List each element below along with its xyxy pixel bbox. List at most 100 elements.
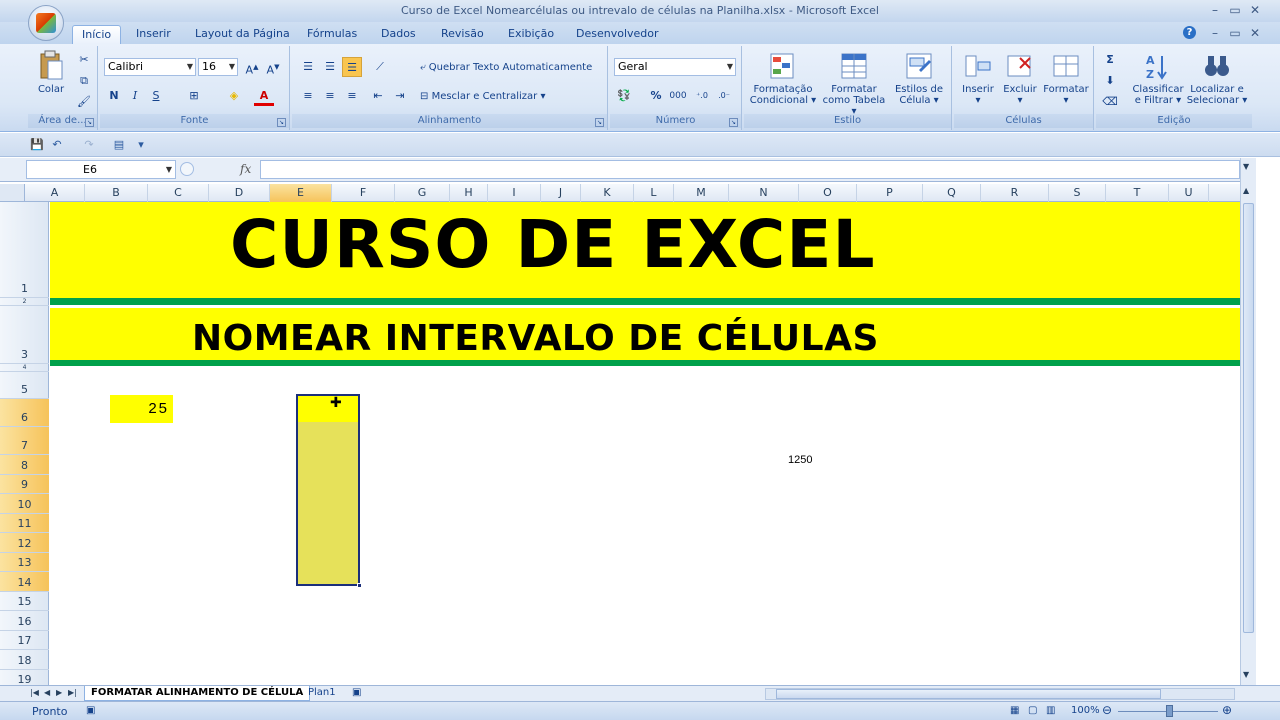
vertical-scrollbar[interactable]: ▼ ▲ ▼ [1240, 158, 1256, 685]
font-launcher-icon[interactable]: ↘ [277, 118, 286, 127]
conditional-format-button[interactable]: Formatação Condicional ▾ [748, 52, 818, 106]
insert-sheet-icon[interactable]: ▣ [346, 686, 367, 701]
increase-decimal-icon[interactable]: ⁺.0 [692, 86, 712, 106]
tab-dados[interactable]: Dados [372, 25, 425, 44]
row-header-8[interactable]: 8 [0, 455, 49, 475]
page-layout-view-icon[interactable]: ▢ [1028, 705, 1037, 716]
tab-inserir[interactable]: Inserir [127, 25, 180, 44]
maximize-button[interactable]: ▭ [1226, 2, 1244, 18]
number-launcher-icon[interactable]: ↘ [729, 118, 738, 127]
sheet-tab-formatar[interactable]: FORMATAR ALINHAMENTO DE CÉLULA [84, 686, 311, 701]
column-header-n[interactable]: N [729, 184, 799, 202]
expand-formula-icon[interactable]: ▼ [1243, 162, 1249, 171]
sort-filter-button[interactable]: AZ Classificar e Filtrar ▾ [1130, 52, 1186, 106]
tab-formulas[interactable]: Fórmulas [298, 25, 366, 44]
align-top-icon[interactable]: ☰ [298, 57, 318, 77]
row-header-17[interactable]: 17 [0, 631, 49, 650]
row-header-18[interactable]: 18 [0, 650, 49, 670]
row-header-6[interactable]: 6 [0, 399, 49, 427]
decrease-indent-icon[interactable]: ⇤ [368, 86, 388, 106]
active-cell[interactable] [298, 396, 358, 422]
zoom-out-icon[interactable]: ⊖ [1102, 703, 1112, 717]
format-cells-button[interactable]: Formatar ▾ [1042, 52, 1090, 106]
column-header-g[interactable]: G [395, 184, 450, 202]
doc-minimize-button[interactable]: – [1206, 25, 1224, 41]
row-header-7[interactable]: 7 [0, 427, 49, 455]
first-sheet-icon[interactable]: |◀ [30, 688, 39, 697]
insert-cells-button[interactable]: Inserir ▾ [958, 52, 998, 106]
insert-function-button[interactable]: fx [240, 162, 251, 176]
row-header-11[interactable]: 11 [0, 514, 49, 533]
row-header-14[interactable]: 14 [0, 572, 49, 592]
currency-icon[interactable]: 💱 [614, 86, 634, 106]
increase-indent-icon[interactable]: ⇥ [390, 86, 410, 106]
format-painter-icon[interactable]: 🖌 [74, 92, 94, 112]
clipboard-launcher-icon[interactable]: ↘ [85, 118, 94, 127]
vertical-scroll-thumb[interactable] [1243, 203, 1254, 633]
next-sheet-icon[interactable]: ▶ [56, 688, 62, 697]
fill-icon[interactable]: ⬇ [1100, 71, 1120, 91]
align-right-icon[interactable]: ≡ [342, 86, 362, 106]
column-header-u[interactable]: U [1169, 184, 1209, 202]
doc-close-button[interactable]: ✕ [1246, 25, 1264, 41]
macro-record-icon[interactable]: ▣ [86, 705, 95, 716]
selected-range[interactable] [296, 394, 362, 588]
close-button[interactable]: ✕ [1246, 2, 1264, 18]
bold-button[interactable]: N [104, 86, 124, 106]
wrap-text-button[interactable]: ⤶ Quebrar Texto Automaticamente [420, 62, 592, 73]
name-box[interactable]: E6 ▼ [26, 160, 176, 179]
cell-n8[interactable]: 1250 [788, 454, 812, 466]
align-center-icon[interactable]: ≡ [320, 86, 340, 106]
scroll-up-icon[interactable]: ▲ [1243, 186, 1249, 195]
column-header-t[interactable]: T [1106, 184, 1169, 202]
row-header-15[interactable]: 15 [0, 592, 49, 611]
column-header-a[interactable]: A [25, 184, 85, 202]
zoom-level[interactable]: 100% [1071, 705, 1100, 716]
row-header-1[interactable]: 1 [0, 202, 49, 298]
row-header-16[interactable]: 16 [0, 611, 49, 631]
column-header-m[interactable]: M [674, 184, 729, 202]
orientation-icon[interactable]: ⟋ [370, 57, 390, 77]
alignment-launcher-icon[interactable]: ↘ [595, 118, 604, 127]
horizontal-scrollbar[interactable] [765, 688, 1235, 700]
percent-button[interactable]: % [646, 86, 666, 106]
column-header-s[interactable]: S [1049, 184, 1106, 202]
format-as-table-button[interactable]: Formatar como Tabela ▾ [820, 52, 888, 117]
font-name-select[interactable]: Calibri ▼ [104, 58, 196, 76]
help-icon[interactable]: ? [1183, 26, 1196, 39]
fill-handle[interactable] [357, 583, 362, 588]
clear-icon[interactable]: ⌫ [1100, 92, 1120, 112]
align-left-icon[interactable]: ≡ [298, 86, 318, 106]
normal-view-icon[interactable]: ▦ [1010, 705, 1019, 716]
column-header-l[interactable]: L [634, 184, 674, 202]
column-header-j[interactable]: J [541, 184, 581, 202]
italic-button[interactable]: I [125, 86, 145, 106]
column-header-c[interactable]: C [148, 184, 209, 202]
tab-exibicao[interactable]: Exibição [499, 25, 563, 44]
tab-layout[interactable]: Layout da Página [186, 25, 299, 44]
number-format-select[interactable]: Geral ▼ [614, 58, 736, 76]
cell-styles-button[interactable]: Estilos de Célula ▾ [890, 52, 948, 106]
customize-qat-icon[interactable]: ▾ [134, 138, 148, 152]
last-sheet-icon[interactable]: ▶| [68, 688, 77, 697]
office-button[interactable] [28, 5, 64, 41]
font-size-select[interactable]: 16 ▼ [198, 58, 238, 76]
formula-input[interactable] [260, 160, 1240, 179]
row-header-3[interactable]: 3 [0, 306, 49, 364]
scroll-down-icon[interactable]: ▼ [1243, 670, 1249, 679]
delete-cells-button[interactable]: Excluir ▾ [1000, 52, 1040, 106]
paste-button[interactable]: Colar [32, 50, 70, 95]
copy-icon[interactable]: ⧉ [74, 71, 94, 91]
worksheet-grid[interactable]: CURSO DE EXCEL NOMEAR INTERVALO DE CÉLUL… [50, 202, 1240, 685]
column-header-e[interactable]: E [270, 184, 332, 202]
redo-icon[interactable]: ↷ [82, 138, 96, 152]
sheet-tab-plan1[interactable]: Plan1 [302, 686, 342, 701]
tab-revisao[interactable]: Revisão [432, 25, 493, 44]
thousands-button[interactable]: 000 [668, 86, 688, 106]
align-bottom-icon[interactable]: ☰ [342, 57, 362, 77]
column-header-i[interactable]: I [488, 184, 541, 202]
column-header-b[interactable]: B [85, 184, 148, 202]
row-header-5[interactable]: 5 [0, 372, 49, 399]
column-header-d[interactable]: D [209, 184, 270, 202]
page-break-view-icon[interactable]: ▥ [1046, 705, 1055, 716]
